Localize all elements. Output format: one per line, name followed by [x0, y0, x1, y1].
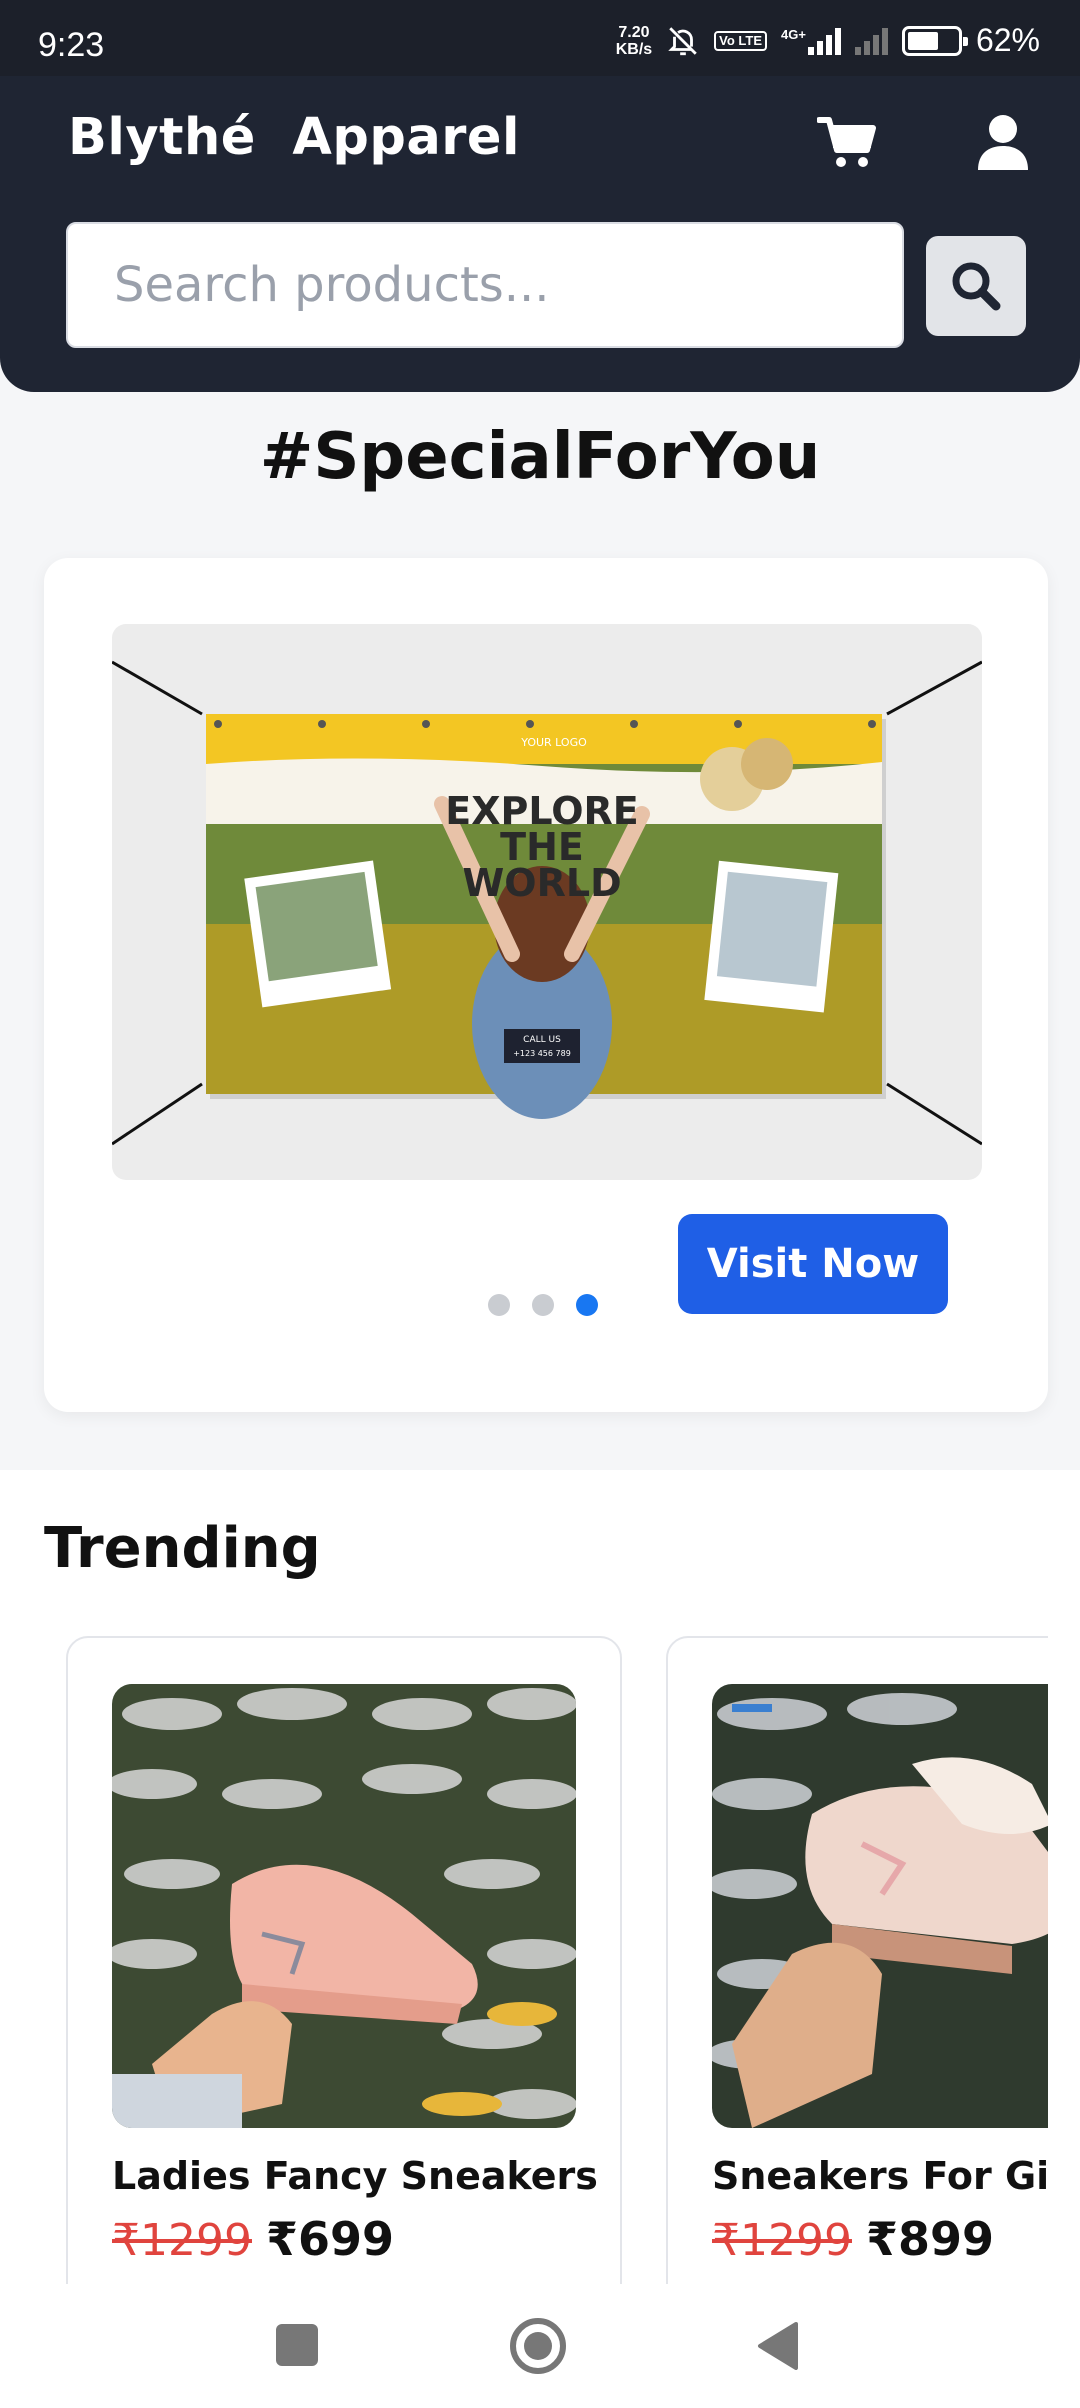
status-bar: 9:23 7.20 KB/s Vo LTE 4G+ 62% [0, 0, 1080, 76]
visit-now-button[interactable]: Visit Now [678, 1214, 948, 1314]
triangle-back-icon[interactable] [756, 2322, 800, 2370]
current-price: ₹899 [865, 2212, 995, 2266]
signal-bars-2-icon [854, 27, 888, 55]
banner-headline-3: WORLD [462, 861, 621, 905]
search-input[interactable]: Search products... [66, 222, 904, 348]
trending-title: Trending [44, 1516, 321, 1581]
search-button[interactable] [926, 236, 1026, 336]
cart-icon[interactable] [812, 108, 882, 178]
banner-logo-text: YOUR LOGO [520, 736, 587, 749]
product-image[interactable] [712, 1684, 1048, 2128]
system-nav-bar [0, 2284, 1080, 2408]
status-icons: 7.20 KB/s Vo LTE 4G+ 62% [616, 22, 1040, 59]
old-price: ₹1299 [712, 2215, 852, 2266]
status-time: 9:23 [38, 26, 105, 64]
carousel-dots [488, 1294, 598, 1316]
banner-call-number: +123 456 789 [513, 1049, 571, 1058]
carousel-dot[interactable] [532, 1294, 554, 1316]
brand-title[interactable]: Blythé Apparel [68, 108, 520, 167]
user-icon[interactable] [968, 108, 1038, 178]
volte-badge: Vo LTE [714, 30, 768, 51]
product-image[interactable] [112, 1684, 576, 2128]
promo-banner-image[interactable]: EXPLORE THE WORLD YOUR LOGO CALL US +123… [112, 624, 982, 1180]
network-speed: 7.20 KB/s [616, 24, 652, 58]
search-icon [952, 262, 1001, 311]
network-type: 4G+ [781, 26, 806, 42]
special-title: #SpecialForYou [259, 420, 821, 494]
banner-call-label: CALL US [523, 1035, 561, 1045]
product-name[interactable]: Sneakers For Girls [712, 2154, 1048, 2198]
product-price: ₹1299 ₹899 [712, 2212, 994, 2266]
product-card[interactable]: Sneakers For Girls ₹1299 ₹899 [666, 1636, 1048, 2290]
current-price: ₹699 [265, 2212, 395, 2266]
product-price: ₹1299 ₹699 [112, 2212, 394, 2266]
circle-icon[interactable] [510, 2318, 566, 2374]
square-icon[interactable] [276, 2324, 318, 2366]
battery-icon [901, 25, 968, 56]
app-header: Blythé Apparel Search products... [0, 76, 1080, 392]
speed-unit: KB/s [615, 40, 653, 58]
product-card[interactable]: Ladies Fancy Sneakers ₹1299 ₹699 [66, 1636, 622, 2290]
old-price: ₹1299 [112, 2215, 252, 2266]
signal-1: 4G+ [781, 27, 841, 55]
search-placeholder: Search products... [114, 257, 550, 313]
bell-off-icon [668, 26, 697, 55]
trending-carousel[interactable]: Ladies Fancy Sneakers ₹1299 ₹699 Sneaker… [0, 1636, 1048, 2290]
carousel-dot[interactable] [488, 1294, 510, 1316]
speed-value: 7.20 [618, 23, 650, 41]
product-name[interactable]: Ladies Fancy Sneakers [112, 2154, 598, 2198]
promo-card: EXPLORE THE WORLD YOUR LOGO CALL US +123… [44, 558, 1048, 1412]
signal-bars-icon [807, 27, 841, 55]
battery-percent: 62% [975, 22, 1040, 58]
carousel-dot-active[interactable] [576, 1294, 598, 1316]
